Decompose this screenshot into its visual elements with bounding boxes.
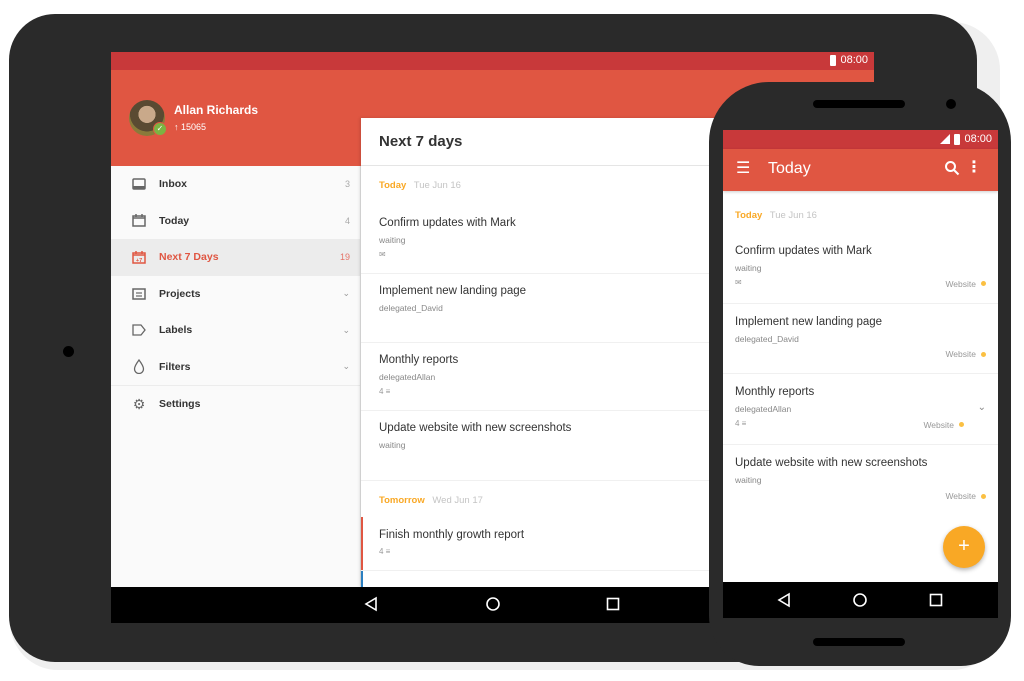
task-item[interactable]: Update website with new screenshots wait… xyxy=(723,445,998,516)
task-item[interactable]: Monthly reports delegatedAllan 4 ≡ ⌄ Web… xyxy=(723,374,998,445)
task-project: Website xyxy=(945,349,986,359)
premium-badge-icon: ✓ xyxy=(153,122,167,136)
calendar-icon xyxy=(131,213,147,229)
day-date: Tue Jun 16 xyxy=(413,180,461,191)
more-options-icon[interactable]: ⋮ xyxy=(966,160,982,176)
gear-icon: ⚙ xyxy=(132,395,146,412)
sidebar-item-label: Inbox xyxy=(159,178,187,191)
task-label: waiting xyxy=(735,263,762,273)
sidebar-item-count: 4 xyxy=(344,215,350,226)
sidebar-item-labels[interactable]: Labels ⌄ xyxy=(111,312,360,349)
phone-device: 08:00 ☰ Today ⋮ Today Tue Jun 16 Confirm… xyxy=(709,82,1011,666)
task-title: Monthly reports xyxy=(735,386,815,398)
sidebar-item-label: Settings xyxy=(159,398,201,411)
sidebar-item-label: Filters xyxy=(159,360,191,373)
user-name: Allan Richards xyxy=(174,103,259,117)
task-title: Confirm updates with Mark xyxy=(735,245,872,257)
calendar-plus-icon: +7 xyxy=(131,249,147,265)
label-icon xyxy=(131,322,147,338)
recents-icon[interactable] xyxy=(606,596,620,617)
task-title: Update website with new screenshots xyxy=(735,456,928,469)
status-bar: 08:00 xyxy=(111,52,874,70)
status-bar: 08:00 xyxy=(723,130,998,149)
phone-camera xyxy=(946,99,956,109)
back-icon[interactable] xyxy=(777,592,791,613)
drop-icon xyxy=(131,359,147,375)
app-toolbar: ☰ Today ⋮ xyxy=(723,149,998,191)
back-icon[interactable] xyxy=(364,596,378,617)
phone-screen: 08:00 ☰ Today ⋮ Today Tue Jun 16 Confirm… xyxy=(723,130,998,618)
sidebar-item-label: Today xyxy=(159,214,190,227)
day-date: Tue Jun 16 xyxy=(769,210,817,221)
task-label: delegatedAllan xyxy=(735,404,792,414)
recents-icon[interactable] xyxy=(929,592,943,613)
sidebar: Inbox 3 Today 4 +7 Next 7 Days 19 Projec… xyxy=(111,166,361,587)
sidebar-item-label: Projects xyxy=(159,287,201,300)
inbox-icon xyxy=(131,176,147,192)
sidebar-item-filters[interactable]: Filters ⌄ xyxy=(111,349,360,386)
tablet-camera xyxy=(63,346,74,357)
day-date: Wed Jun 17 xyxy=(432,495,483,506)
task-project: Website xyxy=(945,279,986,289)
sidebar-item-label: Next 7 Days xyxy=(159,251,219,264)
task-project: Website xyxy=(923,420,964,430)
toolbar-title: Today xyxy=(768,160,811,177)
task-label: delegated_David xyxy=(735,333,799,344)
day-header: Today Tue Jun 16 xyxy=(723,191,998,233)
status-time: 08:00 xyxy=(964,133,992,145)
sidebar-item-settings[interactable]: ⚙ Settings xyxy=(111,386,360,423)
project-color-dot xyxy=(959,422,964,427)
task-item[interactable]: Implement new landing page delegated_Dav… xyxy=(723,304,998,374)
project-name: Website xyxy=(945,349,976,359)
chevron-down-icon[interactable]: ⌄ xyxy=(978,402,986,413)
day-label: Tomorrow xyxy=(379,495,425,506)
chevron-down-icon[interactable]: ⌄ xyxy=(342,325,350,336)
project-name: Website xyxy=(923,419,954,430)
sidebar-item-label: Labels xyxy=(159,324,193,337)
menu-icon[interactable]: ☰ xyxy=(736,161,750,177)
project-color-dot xyxy=(981,493,986,499)
chevron-down-icon[interactable]: ⌄ xyxy=(342,361,350,372)
task-item[interactable]: Confirm updates with Mark waiting ✉ Webs… xyxy=(723,233,998,304)
signal-icon xyxy=(940,134,950,144)
task-title: Implement new landing page xyxy=(735,315,883,328)
status-time: 08:00 xyxy=(840,54,868,66)
system-nav-bar xyxy=(723,582,998,618)
sidebar-item-next-7-days[interactable]: +7 Next 7 Days 19 xyxy=(111,239,360,276)
day-label: Today xyxy=(379,180,407,191)
sidebar-item-inbox[interactable]: Inbox 3 xyxy=(111,166,360,203)
task-label: waiting xyxy=(735,474,762,485)
battery-icon xyxy=(954,134,960,145)
home-icon[interactable] xyxy=(485,596,501,617)
battery-icon xyxy=(830,55,836,66)
day-label: Today xyxy=(735,210,763,221)
project-name: Website xyxy=(945,491,976,501)
project-name: Website xyxy=(945,278,976,289)
project-color-dot xyxy=(981,351,986,357)
task-list: Today Tue Jun 16 Confirm updates with Ma… xyxy=(723,191,998,515)
phone-speaker xyxy=(813,100,905,108)
search-icon[interactable] xyxy=(944,160,960,181)
list-icon xyxy=(131,286,147,302)
user-karma: ↑ 15065 xyxy=(174,122,207,132)
device-mockup: 08:00 ✓ Allan Richards ↑ 15065 Inbox 3 T… xyxy=(0,0,1024,681)
task-project: Website xyxy=(945,491,986,501)
sidebar-item-count: 19 xyxy=(339,252,350,263)
sidebar-item-projects[interactable]: Projects ⌄ xyxy=(111,276,360,313)
add-task-button[interactable]: + xyxy=(943,526,985,568)
sidebar-item-count: 3 xyxy=(344,179,350,190)
home-icon[interactable] xyxy=(852,592,868,613)
svg-text:+7: +7 xyxy=(136,258,142,264)
project-color-dot xyxy=(981,281,986,286)
sidebar-item-today[interactable]: Today 4 xyxy=(111,203,360,240)
phone-speaker-bottom xyxy=(813,638,905,646)
chevron-down-icon[interactable]: ⌄ xyxy=(342,288,350,299)
